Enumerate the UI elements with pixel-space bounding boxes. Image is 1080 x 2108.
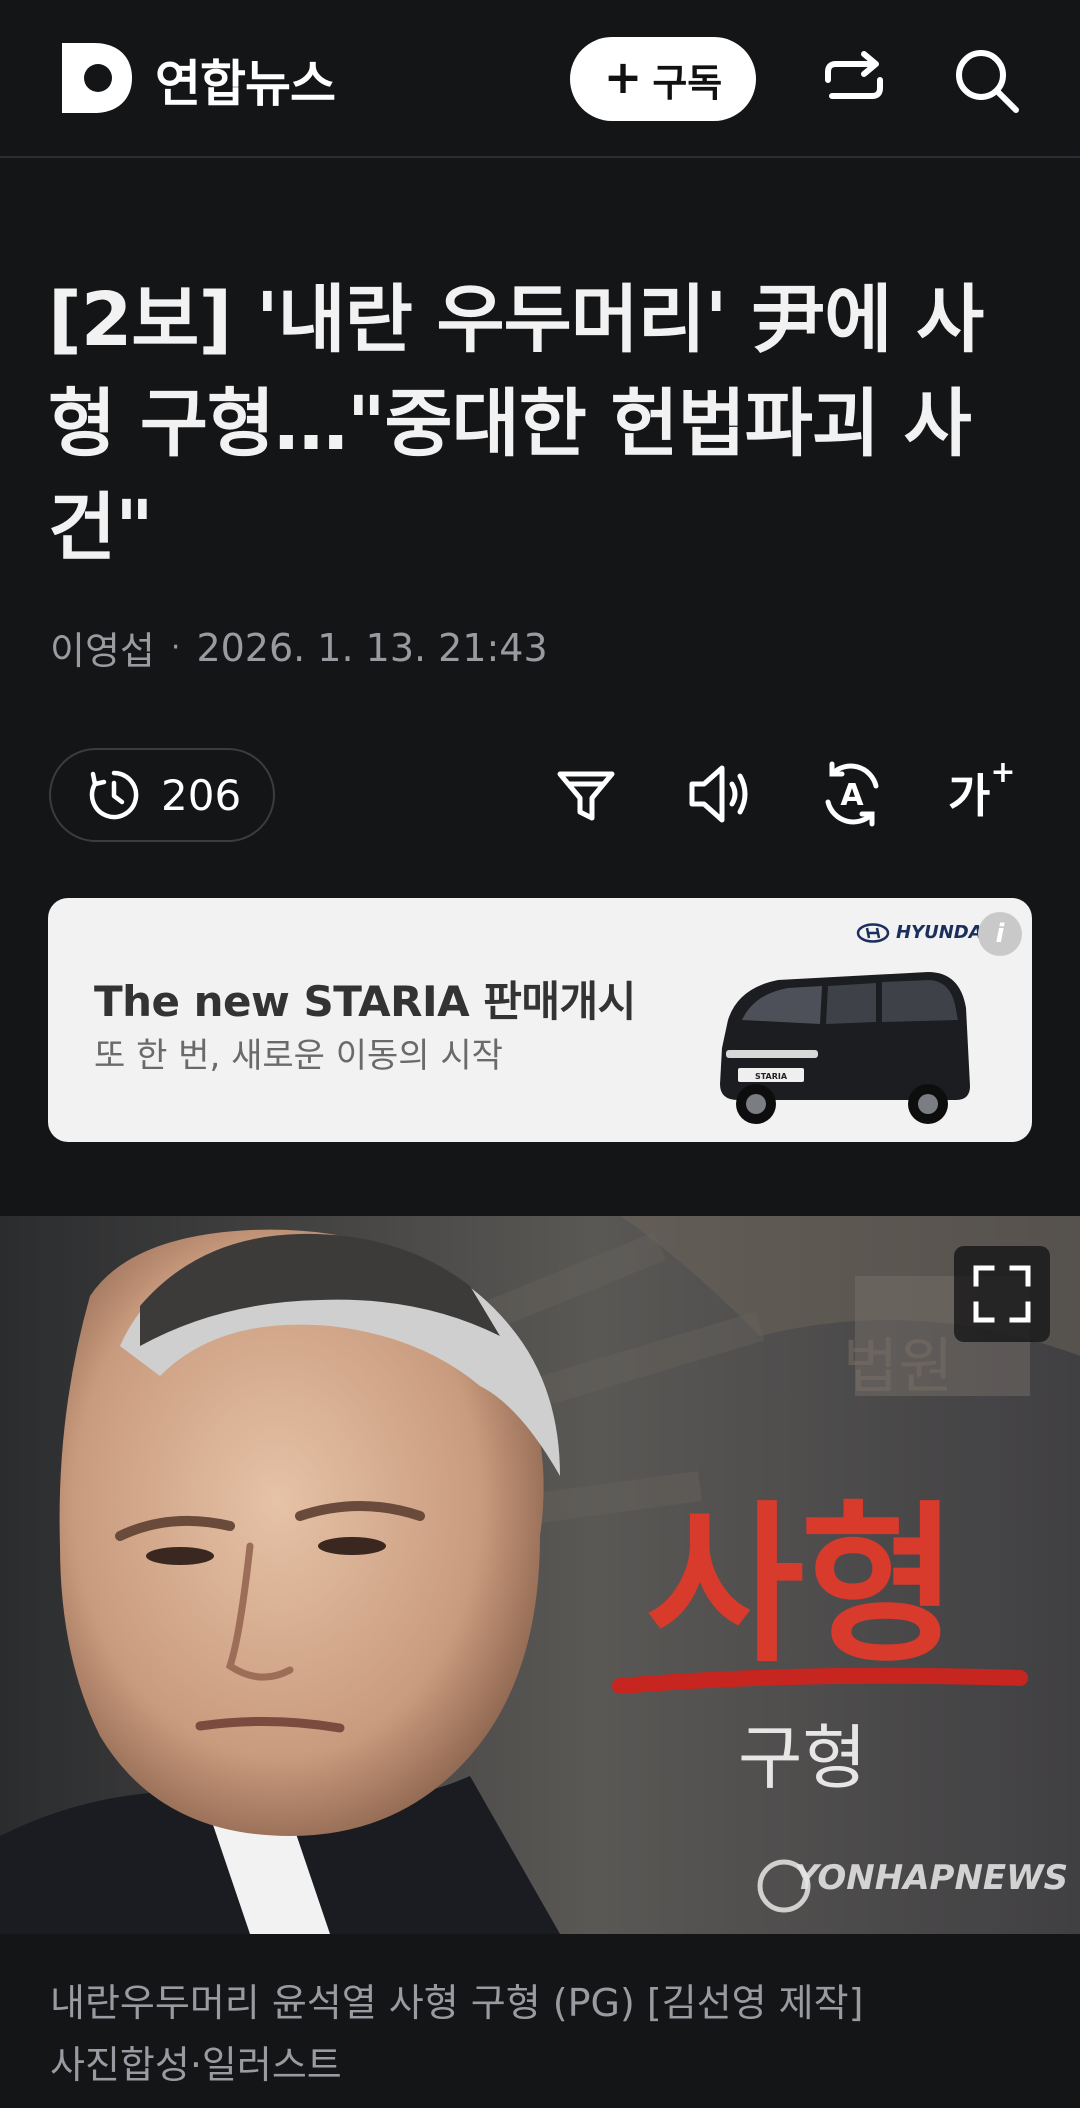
clock-summary-icon: [89, 770, 139, 820]
repost-icon[interactable]: [818, 44, 890, 116]
summary-count: 206: [161, 770, 242, 820]
watermark-text: YONHAPNEWS: [794, 1858, 1069, 1898]
author-name[interactable]: 이영섭: [50, 620, 155, 675]
caption-line-1: 내란우두머리 윤석열 사형 구형 (PG) [김선영 제작]: [50, 1981, 864, 2025]
summary-button[interactable]: 206: [49, 748, 275, 842]
byline-separator: ·: [170, 630, 181, 665]
photo-watermark: YONHAPNEWS: [752, 1858, 1068, 1898]
fullscreen-button[interactable]: [954, 1246, 1050, 1342]
font-size-label: 가: [948, 769, 991, 823]
auto-translate-icon: A: [825, 761, 879, 827]
svg-text:A: A: [840, 778, 864, 813]
search-icon[interactable]: [950, 44, 1022, 116]
ad-brand: HYUNDAI: [856, 922, 989, 943]
article-headline: [2보] '내란 우두머리' 尹에 사형 구형…"중대한 헌법파괴 사건": [48, 277, 984, 571]
byline: 이영섭 · 2026. 1. 13. 21:43: [50, 620, 548, 675]
van-plate-text: STARIA: [755, 1072, 788, 1081]
photo-overlay-court: 법원: [843, 1332, 954, 1402]
photo-overlay-main: 사형: [646, 1483, 958, 1686]
fullscreen-icon: [973, 1265, 1031, 1323]
audio-button[interactable]: [682, 756, 758, 832]
subscribe-label: 구독: [652, 60, 723, 105]
ad-info-button[interactable]: i: [978, 912, 1022, 956]
translate-button[interactable]: A: [814, 756, 890, 832]
filter-icon: [557, 771, 615, 821]
caption-line-2: 사진합성·일러스트: [50, 2043, 342, 2087]
d-logo-icon[interactable]: [62, 43, 132, 113]
filter-button[interactable]: [548, 756, 624, 832]
hyundai-logo-icon: [856, 922, 890, 943]
subscribe-button[interactable]: + 구독: [570, 37, 756, 121]
font-size-plus: +: [990, 754, 1016, 790]
ad-subtitle: 또 한 번, 새로운 이동의 시작: [94, 1036, 503, 1076]
photo-caption: 내란우두머리 윤석열 사형 구형 (PG) [김선영 제작] 사진합성·일러스트: [50, 1972, 1040, 2096]
brand-name[interactable]: 연합뉴스: [155, 44, 336, 116]
ad-banner[interactable]: The new STARIA 판매개시 또 한 번, 새로운 이동의 시작 HY…: [48, 898, 1032, 1142]
font-size-button[interactable]: 가+: [948, 755, 1015, 826]
plus-icon: +: [603, 50, 643, 104]
ad-brand-name: HYUNDAI: [896, 922, 990, 943]
speaker-icon: [689, 765, 748, 823]
photo-overlay-sub: 구형: [738, 1717, 867, 1799]
publish-datetime: 2026. 1. 13. 21:43: [196, 625, 548, 670]
app-header: 연합뉴스 + 구독: [0, 0, 1080, 158]
ad-title: The new STARIA 판매개시: [94, 977, 636, 1026]
van-image: STARIA: [720, 972, 970, 1124]
